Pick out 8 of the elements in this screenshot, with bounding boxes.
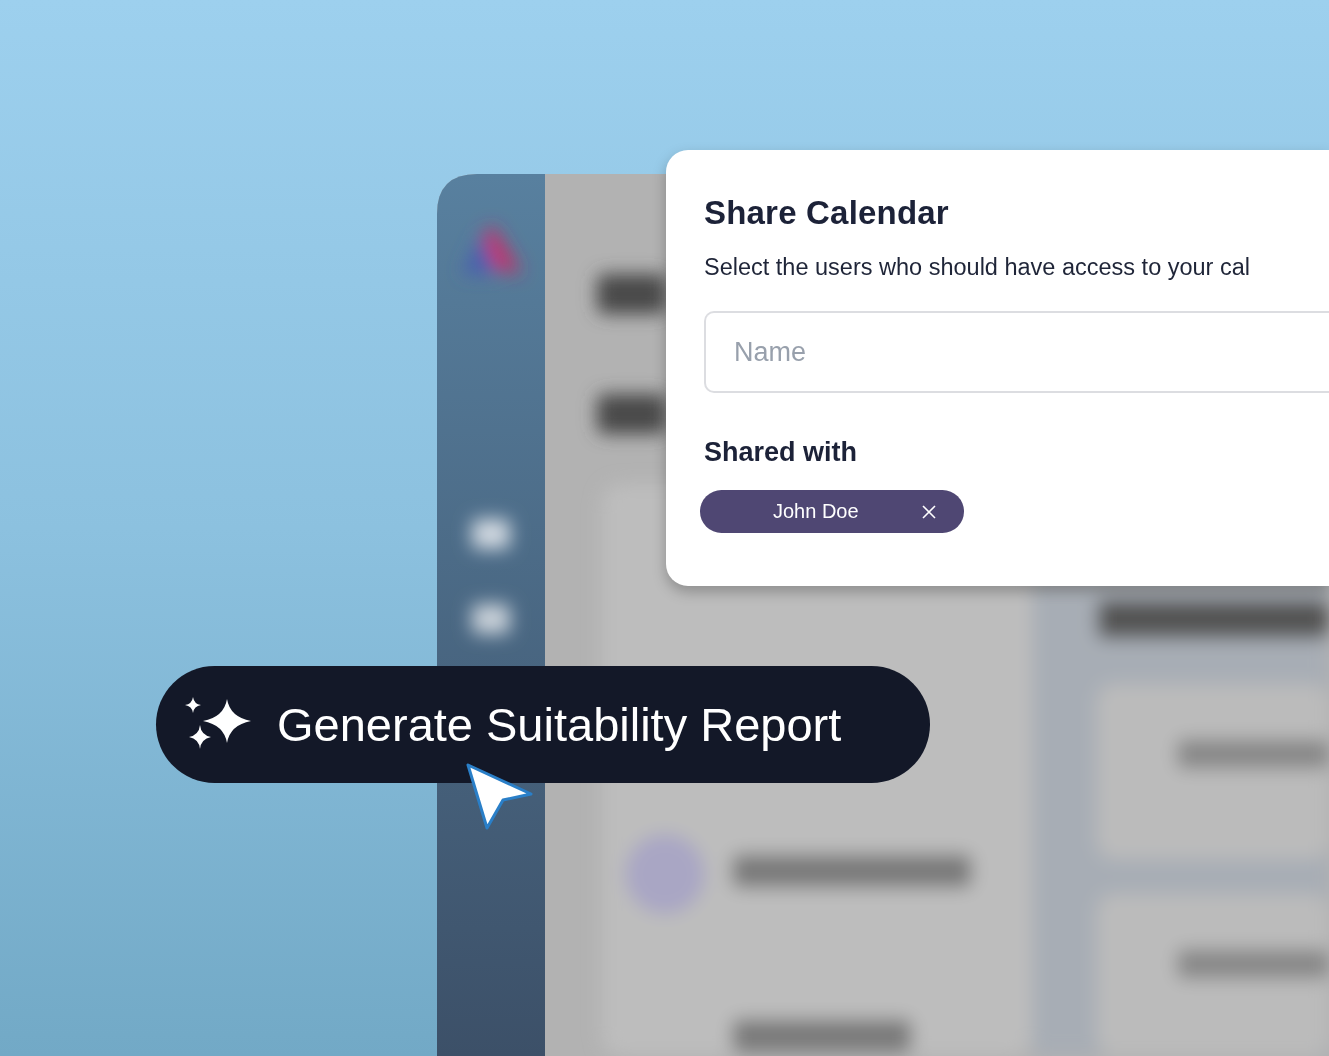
name-field[interactable]: Name [704, 311, 1329, 393]
dialog-description: Select the users who should have access to your cal [704, 254, 1252, 281]
close-icon[interactable] [922, 504, 936, 519]
cursor-icon [465, 762, 535, 832]
generate-report-button[interactable]: Generate Suitability Report [156, 666, 930, 783]
dialog-title: Share Calendar [704, 194, 950, 232]
shared-with-heading: Shared with [704, 437, 859, 468]
user-name: John Doe [773, 500, 860, 523]
